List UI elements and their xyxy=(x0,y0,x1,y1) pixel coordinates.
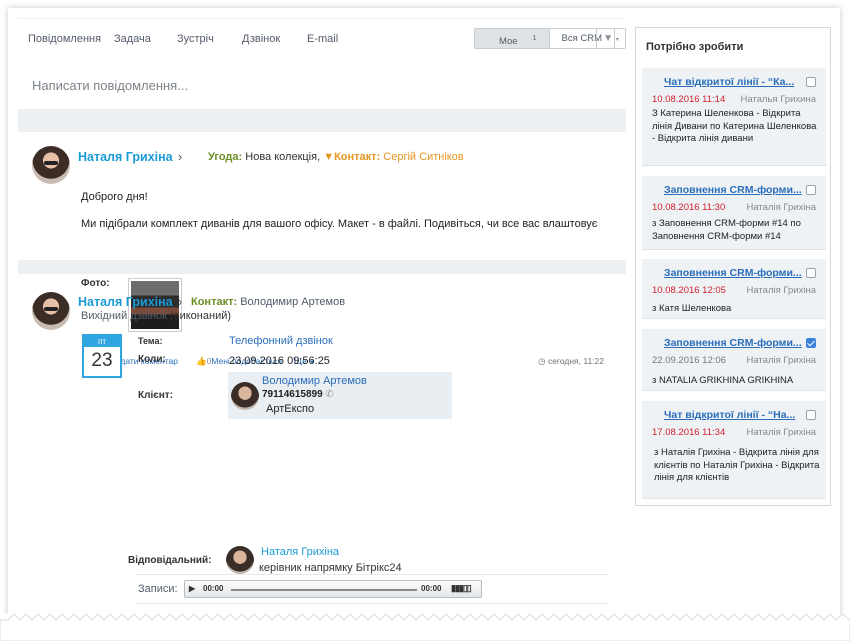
live-feed: Повідомлення Задача Зустріч Дзвінок E-ma… xyxy=(18,18,626,604)
responsible-name[interactable]: Наталя Грихіна xyxy=(261,546,339,558)
contact-link[interactable]: Сергій Ситніков xyxy=(383,151,463,163)
client-label: Клієнт: xyxy=(138,390,174,401)
contact-label: Контакт: xyxy=(334,151,381,163)
scope-switch: Мое 1 Вся CRM xyxy=(474,28,616,49)
todo-item[interactable]: Заповнення CRM-форми... 10.08.2016 11:30… xyxy=(642,176,826,250)
tab-task[interactable]: Задача xyxy=(114,33,151,45)
records-row: Записи: ▶ 00:00 00:00 ▮▮▮▯▯ xyxy=(136,574,608,604)
post-author[interactable]: Наталя Грихіна xyxy=(78,150,173,164)
when-value: 23.09.2016 09:56:25 xyxy=(229,355,330,367)
chevron-down-icon: ▾ xyxy=(615,37,619,43)
todo-item-desc: з Заповнення CRM-форми #14 по Заповнення… xyxy=(652,218,801,242)
records-label: Записи: xyxy=(138,583,178,595)
tab-meeting[interactable]: Зустріч xyxy=(177,33,214,45)
todo-panel: Потрібно зробити Чат відкритої лінії - “… xyxy=(635,27,831,506)
activity-subtitle: Вихідний дзвінок (виконаний) xyxy=(81,310,232,322)
avatar[interactable] xyxy=(226,546,254,574)
phone-icon[interactable]: ✆ xyxy=(325,389,333,400)
avatar[interactable] xyxy=(32,292,70,330)
chevron-right-icon: › xyxy=(178,294,183,309)
tab-message[interactable]: Повідомлення xyxy=(28,33,101,45)
todo-item-date: 10.08.2016 12:05 xyxy=(652,285,726,296)
audio-end-time: 00:00 xyxy=(421,584,442,593)
todo-item-date: 22.09.2016 12:06 xyxy=(652,355,726,366)
responsible-role: керівник напрямку Бітрікс24 xyxy=(259,562,402,574)
todo-item-date: 17.08.2016 11:34 xyxy=(652,427,726,438)
topic-label: Тема: xyxy=(138,336,163,346)
client-card: Володимир Артемов 79114615899 ✆ АртЕкспо xyxy=(228,372,452,419)
todo-item-owner: Наталія Грихіна xyxy=(746,202,817,213)
todo-item-title[interactable]: Чат відкритої лінії - “Ка... xyxy=(664,76,804,88)
torn-edge xyxy=(0,614,850,641)
todo-checkbox[interactable] xyxy=(806,185,816,195)
activity-links: Контакт: Володимир Артемов xyxy=(191,296,345,308)
todo-item-title[interactable]: Заповнення CRM-форми... xyxy=(664,267,804,279)
todo-item[interactable]: Заповнення CRM-форми... 22.09.2016 12:06… xyxy=(642,329,826,391)
mine-count-badge: 1 xyxy=(532,35,537,42)
activity-author[interactable]: Наталя Грихіна xyxy=(78,295,173,309)
post-greeting: Доброго дня! xyxy=(81,191,148,203)
client-company: АртЕкспо xyxy=(266,403,315,415)
torn-edge-shape xyxy=(0,614,850,641)
todo-item-owner: Наталія Грихіна xyxy=(746,427,817,438)
todo-title: Потрібно зробити xyxy=(646,41,744,53)
divider xyxy=(18,109,626,132)
client-phone: 79114615899 ✆ xyxy=(262,389,334,400)
responsible-label: Відповідальний: xyxy=(128,555,212,566)
post-links: Угода: Нова колекція, ▼Контакт: Сергій С… xyxy=(208,151,464,163)
filter-mine-button[interactable]: Мое 1 xyxy=(475,29,550,48)
deal-link[interactable]: Нова колекція, xyxy=(245,151,320,163)
todo-item-title[interactable]: Заповнення CRM-форми... xyxy=(664,184,804,196)
todo-item-desc: з NATALIA GRIKHINA GRIKHINA xyxy=(652,375,794,386)
when-label: Коли: xyxy=(138,354,166,365)
filter-button[interactable]: ▼ ▾ xyxy=(596,28,626,49)
post-body: Ми підібрали комплект диванів для вашого… xyxy=(81,218,598,230)
funnel-icon: ▼ xyxy=(603,33,614,44)
todo-item-date: 10.08.2016 11:30 xyxy=(652,202,726,213)
contact-link[interactable]: Володимир Артемов xyxy=(240,296,345,308)
tab-call[interactable]: Дзвінок xyxy=(242,33,280,45)
avatar[interactable] xyxy=(32,146,70,184)
todo-item-owner: Наталія Грихіна xyxy=(746,285,817,296)
message-input[interactable]: Написати повідомлення... xyxy=(32,78,188,93)
todo-checkbox-checked[interactable] xyxy=(806,338,816,348)
calendar-icon: пт 23 xyxy=(82,334,122,378)
todo-item-title[interactable]: Чат відкритої лінії - “На... xyxy=(664,409,804,421)
audio-player[interactable]: ▶ 00:00 00:00 ▮▮▮▯▯ xyxy=(184,580,482,598)
todo-item-owner: Наталья Грихина xyxy=(740,94,816,105)
client-name[interactable]: Володимир Артемов xyxy=(262,375,367,387)
todo-item-date: 10.08.2016 11:14 xyxy=(652,94,726,105)
todo-item[interactable]: Чат відкритої лінії - “На... 17.08.2016 … xyxy=(642,401,826,499)
todo-item[interactable]: Заповнення CRM-форми... 10.08.2016 12:05… xyxy=(642,259,826,319)
todo-checkbox[interactable] xyxy=(806,77,816,87)
tab-email[interactable]: E-mail xyxy=(307,33,338,45)
volume-icon[interactable]: ▮▮▮▯▯ xyxy=(451,583,472,594)
topic-link[interactable]: Телефонний дзвінок xyxy=(229,335,333,347)
todo-item-desc: З Катерина Шеленкова - Відкрита лінія Ди… xyxy=(652,108,817,144)
todo-item-desc: з Катя Шеленкова xyxy=(652,303,732,314)
divider xyxy=(18,260,626,274)
call-activity: Наталя Грихіна › Контакт: Володимир Арте… xyxy=(18,274,626,634)
composer-tabs: Повідомлення Задача Зустріч Дзвінок E-ma… xyxy=(18,18,626,60)
contact-label: Контакт: xyxy=(191,296,238,308)
todo-checkbox[interactable] xyxy=(806,268,816,278)
audio-start-time: 00:00 xyxy=(203,584,224,593)
avatar[interactable] xyxy=(231,382,259,410)
play-icon[interactable]: ▶ xyxy=(189,584,195,593)
todo-item-desc: з Наталія Грихіна - Відкрита лінія для к… xyxy=(654,447,820,483)
funnel-icon: ▼ xyxy=(323,151,335,163)
todo-checkbox[interactable] xyxy=(806,410,816,420)
audio-progress-track[interactable] xyxy=(231,589,417,591)
chevron-right-icon: › xyxy=(178,149,183,164)
todo-item-owner: Наталія Грихіна xyxy=(746,355,817,366)
todo-item-title[interactable]: Заповнення CRM-форми... xyxy=(664,337,804,349)
todo-item[interactable]: Чат відкритої лінії - “Ка... 10.08.2016 … xyxy=(642,68,826,166)
deal-label: Угода: xyxy=(208,151,243,163)
